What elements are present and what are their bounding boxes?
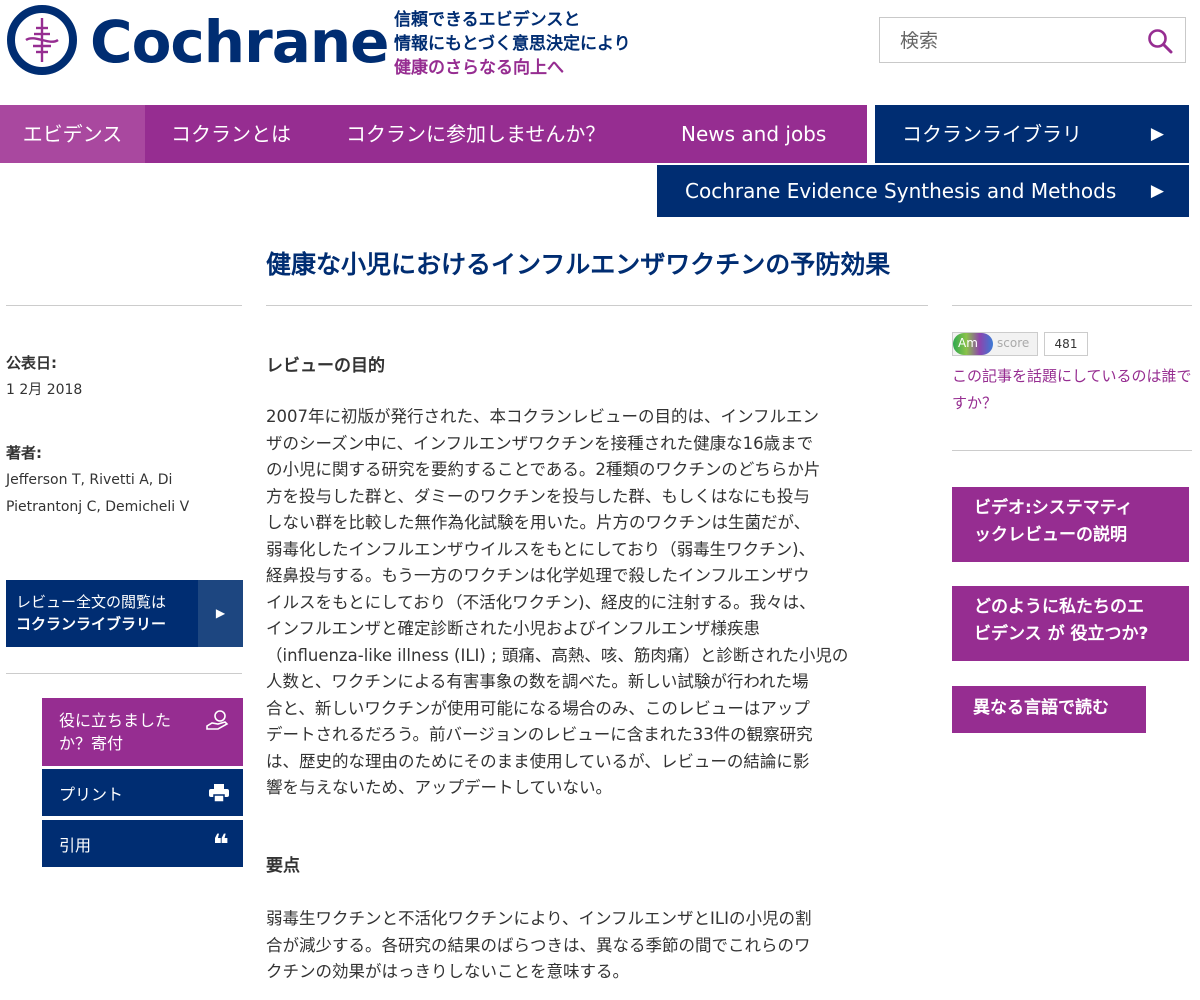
divider <box>6 673 242 674</box>
full-review-line1: レビュー全文の閲覧は <box>16 593 167 611</box>
published-date: 1 2月 2018 <box>6 382 83 398</box>
tagline: 信頼できるエビデンスと 情報にもとづく意思決定により 健康のさらなる向上へ <box>394 8 631 80</box>
altmetric-abbrev: Am <box>958 336 978 350</box>
print-label: プリント <box>59 785 124 804</box>
methods-label: Cochrane Evidence Synthesis and Methods <box>685 179 1117 203</box>
full-review-line2: コクランライブラリー <box>16 615 167 633</box>
altmetric-score-box: Am score <box>952 332 1038 356</box>
help-button[interactable]: どのように私たちのエ ビデンス が 役立つか? <box>952 586 1189 661</box>
arrow-right-icon: ▶ <box>1150 124 1164 144</box>
nav-item-about[interactable]: コクランとは <box>171 105 291 163</box>
tagline-line: 健康のさらなる向上へ <box>394 58 564 78</box>
cochrane-logo-icon[interactable] <box>6 4 78 76</box>
authors-label: 著者: <box>6 444 42 462</box>
cite-label: 引用 <box>59 836 92 855</box>
search-box <box>879 17 1186 63</box>
help-button-label: どのように私たちのエ ビデンス が 役立つか? <box>974 597 1149 644</box>
video-button[interactable]: ビデオ:システマティ ックレビューの説明 <box>952 487 1189 562</box>
donate-hand-icon <box>205 710 229 736</box>
donate-label: 役に立ちました か？寄付 <box>59 711 172 753</box>
divider <box>266 305 928 306</box>
language-button[interactable]: 異なる言語で読む <box>952 686 1146 733</box>
published-label: 公表日: <box>6 354 57 372</box>
authors-list: Jefferson T, Rivetti A, Di Pietrantonj C… <box>6 472 190 515</box>
section-body: 弱毒生ワクチンと不活化ワクチンにより、インフルエンザとILIの小児の割 合が減少… <box>266 909 812 981</box>
section-body: 2007年に初版が発行された、本コクランレビューの目的は、インフルエン ザのシー… <box>266 407 849 797</box>
full-review-button[interactable]: レビュー全文の閲覧は コクランライブラリー ▶ <box>6 580 243 647</box>
section-heading: 要点 <box>266 856 300 876</box>
print-icon <box>209 784 229 806</box>
tagline-line: 信頼できるエビデンスと <box>394 10 581 30</box>
nav-item-news-jobs[interactable]: News and jobs <box>681 105 826 163</box>
nav-item-join[interactable]: コクランに参加しませんか？ <box>346 105 605 163</box>
methods-button[interactable]: Cochrane Evidence Synthesis and Methods … <box>657 165 1189 217</box>
divider <box>6 305 242 306</box>
main-nav: エビデンス コクランとは コクランに参加しませんか？ News and jobs <box>0 105 867 163</box>
video-button-label: ビデオ:システマティ ックレビューの説明 <box>974 498 1133 545</box>
altmetric-link[interactable]: この記事を話題にしているのは誰ですか？ <box>952 363 1192 417</box>
cochrane-library-button[interactable]: コクランライブラリ ▶ <box>875 105 1189 163</box>
nav-item-evidence[interactable]: エビデンス <box>0 105 145 163</box>
search-icon[interactable] <box>1147 28 1173 54</box>
altmetric-score-value: 481 <box>1044 332 1088 356</box>
section-heading: レビューの目的 <box>266 356 385 376</box>
cochrane-library-label: コクランライブラリ <box>902 122 1082 146</box>
divider <box>952 450 1192 451</box>
search-input[interactable] <box>898 26 1142 56</box>
tagline-line: 情報にもとづく意思決定により <box>394 34 631 54</box>
arrow-right-icon: ▶ <box>198 580 243 647</box>
quote-icon: ❝ <box>212 828 229 861</box>
logo-wordmark[interactable]: Cochrane <box>90 6 389 78</box>
language-button-label: 異なる言語で読む <box>973 698 1109 718</box>
donate-button[interactable]: 役に立ちました か？寄付 <box>42 698 243 766</box>
arrow-right-icon: ▶ <box>1150 181 1164 201</box>
altmetric-score-label: score <box>997 336 1030 350</box>
page-title: 健康な小児におけるインフルエンザワクチンの予防効果 <box>266 250 891 279</box>
cite-button[interactable]: 引用 ❝ <box>42 820 243 867</box>
full-review-text: レビュー全文の閲覧は コクランライブラリー <box>16 591 166 635</box>
divider <box>952 305 1192 306</box>
print-button[interactable]: プリント <box>42 769 243 816</box>
